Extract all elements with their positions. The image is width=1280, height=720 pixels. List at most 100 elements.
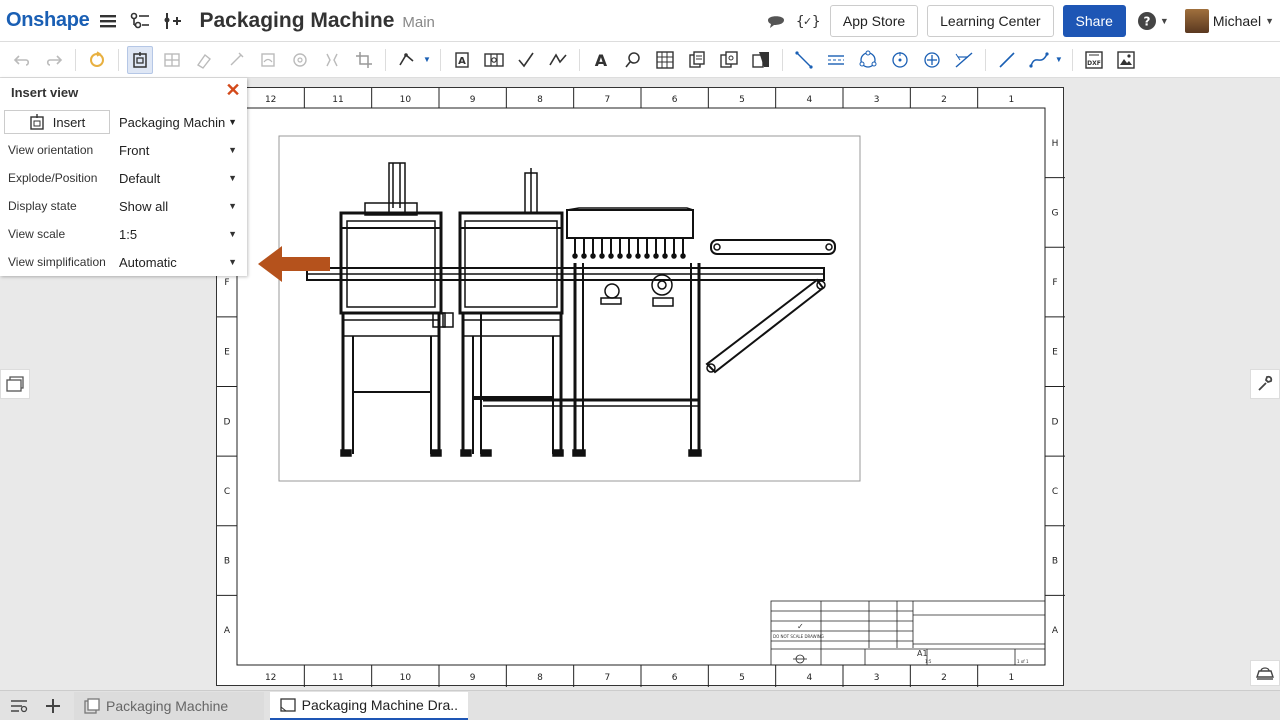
insert-icon[interactable]: [159, 8, 185, 34]
drawing-canvas: 121211111010998877665544332211 HHGGFFEED…: [217, 88, 1065, 687]
graphics-panel-toggle[interactable]: [1250, 660, 1280, 686]
centermark-cross-icon[interactable]: [919, 46, 945, 74]
insert-button[interactable]: Insert: [4, 110, 110, 134]
view-scale-select[interactable]: 1:5 ▼: [116, 223, 243, 245]
user-name[interactable]: Michael: [1213, 13, 1261, 29]
title-block-scale: 1:5: [925, 659, 932, 664]
section-view-icon[interactable]: [223, 46, 249, 74]
drawing-view-boundary: [278, 135, 861, 482]
source-part-select[interactable]: Packaging Machin ▼: [115, 110, 243, 134]
share-button[interactable]: Share: [1062, 5, 1126, 37]
detail-view-icon[interactable]: [287, 46, 313, 74]
close-icon[interactable]: ✕: [225, 81, 241, 99]
column-label-bottom: 11: [332, 673, 343, 683]
line-icon[interactable]: [994, 46, 1020, 74]
display-state-row: Display state Show all ▼: [8, 195, 243, 217]
spline-icon[interactable]: [1026, 46, 1052, 74]
text-icon[interactable]: A: [588, 46, 614, 74]
drawing-sheet[interactable]: 121211111010998877665544332211 HHGGFFEED…: [216, 87, 1065, 687]
avatar[interactable]: [1184, 9, 1209, 33]
view-orientation-label: View orientation: [8, 143, 94, 157]
column-label-top: 2: [941, 95, 947, 105]
comments-icon[interactable]: [763, 8, 789, 34]
note-icon[interactable]: A: [449, 46, 475, 74]
conveyor-finger-tip: [608, 253, 614, 259]
projected-view-icon[interactable]: [159, 46, 185, 74]
svg-text:?: ?: [1143, 15, 1150, 29]
add-tab-icon[interactable]: [38, 691, 68, 720]
hole-table-icon[interactable]: [716, 46, 742, 74]
column-label-top: 9: [470, 95, 476, 105]
bolt-circle-icon[interactable]: [855, 46, 881, 74]
column-label-bottom: 4: [806, 673, 812, 683]
row-label-right: G: [1052, 208, 1059, 218]
display-state-value: Show all: [119, 198, 169, 214]
centermark-icon[interactable]: [887, 46, 913, 74]
view-scale-value: 1:5: [119, 226, 138, 242]
chevron-down-icon: ▼: [228, 173, 237, 183]
row-label-left: C: [224, 487, 230, 497]
row-label-right: E: [1052, 348, 1058, 358]
table-icon[interactable]: [652, 46, 678, 74]
svg-text:A: A: [458, 56, 466, 67]
geometric-tolerance-icon[interactable]: [481, 46, 507, 74]
weld-symbol-icon[interactable]: [545, 46, 571, 74]
tab-drawing[interactable]: Packaging Machine Dra...: [270, 691, 468, 720]
document-title[interactable]: Packaging Machine: [199, 9, 394, 33]
revision-table-icon[interactable]: [748, 46, 774, 74]
app-store-button[interactable]: App Store: [829, 5, 919, 37]
display-state-select[interactable]: Show all ▼: [116, 195, 243, 217]
update-icon[interactable]: [84, 46, 110, 74]
export-dxf-icon[interactable]: DXF: [1081, 46, 1107, 74]
user-caret-icon[interactable]: ▼: [1265, 16, 1274, 26]
view-panel-toggle[interactable]: [0, 369, 30, 399]
explode-position-select[interactable]: Default ▼: [116, 167, 243, 189]
hamburger-menu-icon[interactable]: [95, 8, 121, 34]
feature-list-icon[interactable]: [127, 8, 153, 34]
svg-text:DXF: DXF: [1087, 60, 1101, 67]
toolbar-separator: [578, 48, 580, 71]
break-view-icon[interactable]: [319, 46, 345, 74]
row-label-right: B: [1052, 557, 1058, 567]
undo-icon[interactable]: [9, 46, 35, 74]
insert-image-icon[interactable]: [1113, 46, 1139, 74]
move-view-caret-icon[interactable]: ▼: [423, 55, 431, 64]
toolbar-separator: [439, 48, 441, 71]
auxiliary-view-icon[interactable]: [191, 46, 217, 74]
insert-view-icon: [30, 114, 44, 130]
learning-center-button[interactable]: Learning Center: [927, 5, 1054, 37]
broken-out-section-icon[interactable]: [255, 46, 281, 74]
callout-icon[interactable]: [620, 46, 646, 74]
chevron-down-icon: ▼: [228, 201, 237, 211]
move-view-icon[interactable]: [394, 46, 420, 74]
title-block-logo: [793, 654, 807, 664]
branch-name[interactable]: Main: [402, 14, 435, 31]
row-label-left: E: [224, 348, 230, 358]
onshape-logo[interactable]: Onshape: [6, 9, 90, 32]
bom-table-icon[interactable]: [684, 46, 710, 74]
help-caret-icon[interactable]: ▼: [1160, 16, 1169, 26]
tab-part-studio[interactable]: Packaging Machine: [74, 691, 264, 720]
help-icon[interactable]: ?: [1134, 8, 1160, 34]
column-label-top: 10: [400, 95, 412, 105]
crop-view-icon[interactable]: [351, 46, 377, 74]
properties-panel-toggle[interactable]: [1250, 369, 1280, 399]
variables-icon[interactable]: {✓}: [795, 8, 821, 34]
row-label-left: A: [224, 626, 231, 636]
view-simplification-select[interactable]: Automatic ▼: [116, 251, 243, 273]
dimension-icon[interactable]: [951, 46, 977, 74]
row-label-right: D: [1052, 417, 1059, 427]
svg-text:}: }: [812, 14, 820, 30]
view-orientation-select[interactable]: Front ▼: [116, 139, 243, 161]
chevron-down-icon: ▼: [228, 229, 237, 239]
column-label-bottom: 9: [470, 673, 476, 683]
conveyor-finger-tip: [662, 253, 668, 259]
tab-manager-icon[interactable]: [4, 691, 34, 720]
centerline-icon[interactable]: [791, 46, 817, 74]
redo-icon[interactable]: [41, 46, 67, 74]
spline-caret-icon[interactable]: ▼: [1055, 55, 1063, 64]
surface-finish-icon[interactable]: [513, 46, 539, 74]
insert-view-icon[interactable]: [127, 45, 153, 74]
title-block-sheet-number: 1 of 1: [1017, 659, 1029, 664]
centerline-two-lines-icon[interactable]: [823, 46, 849, 74]
